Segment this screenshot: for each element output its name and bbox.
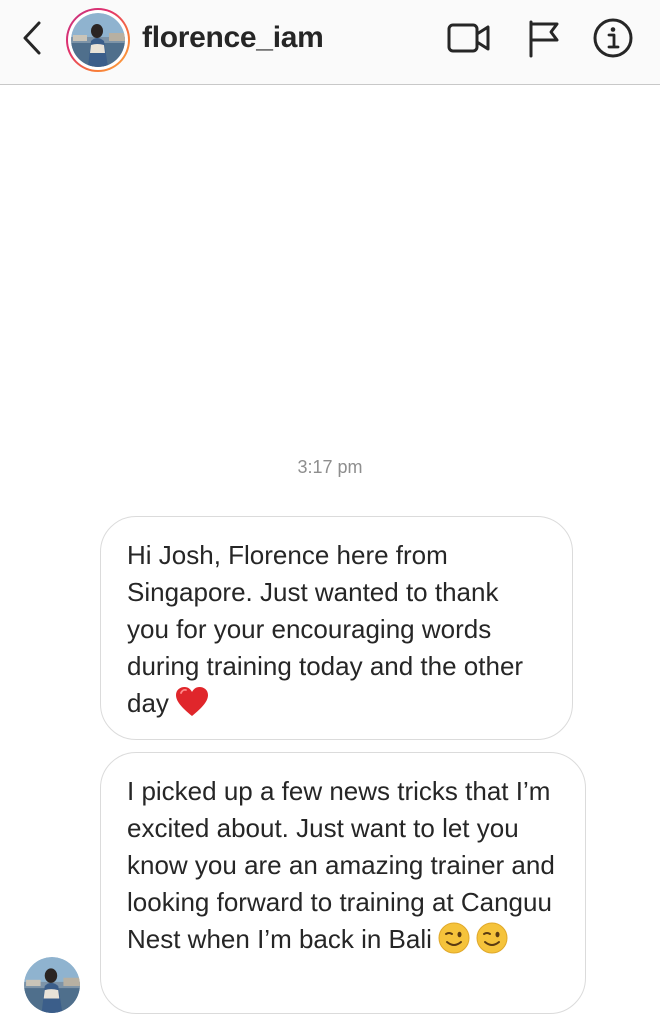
- message-bubble[interactable]: Hi Josh, Florence here from Singapore. J…: [100, 516, 573, 740]
- message-bubble[interactable]: I picked up a few news tricks that I’m e…: [100, 752, 586, 1014]
- report-button[interactable]: [520, 16, 566, 60]
- video-call-button[interactable]: [446, 16, 492, 60]
- red-heart-icon: [175, 686, 209, 728]
- avatar-photo: [24, 957, 80, 1013]
- message-timestamp: 3:17 pm: [297, 457, 363, 477]
- back-button[interactable]: [14, 18, 50, 58]
- info-icon: [593, 18, 633, 58]
- conversation-info-button[interactable]: [590, 16, 636, 60]
- chevron-left-icon: [23, 21, 41, 55]
- conversation-header: florence_iam: [0, 0, 660, 85]
- sender-avatar[interactable]: [24, 957, 80, 1013]
- avatar-photo: [71, 13, 125, 67]
- video-camera-icon: [447, 23, 490, 53]
- flag-icon: [529, 20, 559, 58]
- winking-face-icon: [438, 922, 470, 964]
- winking-face-icon: [476, 922, 508, 964]
- profile-avatar[interactable]: [66, 8, 130, 72]
- conversation-username[interactable]: florence_iam: [142, 18, 324, 58]
